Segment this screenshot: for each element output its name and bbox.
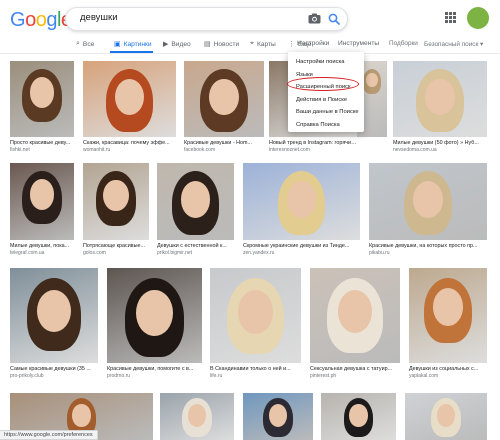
image-result-source: yaplakal.com <box>409 373 439 379</box>
header-divider <box>0 53 500 54</box>
image-result-caption[interactable]: Красивые девушки, на которых просто пр..… <box>369 243 478 249</box>
image-result-thumbnail[interactable] <box>184 61 264 137</box>
image-result-thumbnail[interactable] <box>393 61 487 137</box>
tab-video[interactable]: ▶ Видео <box>163 40 191 49</box>
image-result-source: interesnoznet.com <box>269 147 310 153</box>
search-box[interactable] <box>65 7 348 31</box>
image-result-caption[interactable]: Девушки из социальных с... <box>409 366 478 372</box>
image-result-thumbnail[interactable] <box>107 268 202 363</box>
search-icon[interactable] <box>328 13 340 25</box>
safesearch-toggle[interactable]: Безопасный поиск ▾ <box>424 40 483 48</box>
menu-item-search-help[interactable]: Справка Поиска <box>288 119 364 132</box>
image-result-caption[interactable]: Милые девушки (50 фото) » Нуб... <box>393 140 479 146</box>
collections-link[interactable]: Подборки <box>389 40 418 47</box>
status-bar-url: https://www.google.com/preferences <box>0 430 98 440</box>
image-result-thumbnail[interactable] <box>243 393 313 440</box>
image-result-caption[interactable]: Новый тренд в Instagram: горячие девушк.… <box>269 140 357 146</box>
image-result-source: prodrno.ru <box>107 373 131 379</box>
image-result-source: zen.yandex.ru <box>243 250 275 256</box>
image-result-source: womanhit.ru <box>83 147 111 153</box>
image-result-caption[interactable]: Просто красивые деву... <box>10 140 70 146</box>
tab-settings[interactable]: Настройки <box>297 40 329 47</box>
image-result-source: prikol.bigmir.net <box>157 250 193 256</box>
news-icon: ▤ <box>204 41 211 48</box>
apps-grid-icon[interactable] <box>445 12 456 23</box>
image-result-caption[interactable]: Красивые девушки, помогите с в... <box>107 366 193 372</box>
menu-item-search-settings[interactable]: Настройки поиска <box>288 56 364 69</box>
image-result-thumbnail[interactable] <box>160 393 234 440</box>
image-result-thumbnail[interactable] <box>310 268 400 363</box>
image-result-caption[interactable]: В Скандинавии только о ней и... <box>210 366 291 372</box>
image-result-caption[interactable]: Милые девушки, пока... <box>10 243 69 249</box>
image-result-thumbnail[interactable] <box>83 61 176 137</box>
image-result-thumbnail[interactable] <box>321 393 396 440</box>
image-result-source: pikabu.ru <box>369 250 390 256</box>
menu-item-search-activity[interactable]: Действия в Поиске <box>288 94 364 107</box>
map-pin-icon: ⌖ <box>250 40 254 47</box>
more-vert-icon: ⋮ <box>288 41 295 48</box>
image-result-thumbnail[interactable] <box>10 163 74 240</box>
menu-item-advanced-search[interactable]: Расширенный поиск <box>288 81 364 94</box>
search-input[interactable] <box>80 12 300 23</box>
video-icon: ▶ <box>163 41 169 48</box>
image-result-thumbnail[interactable] <box>405 393 487 440</box>
image-result-caption[interactable]: Красивые девушки - Hom... <box>184 140 252 146</box>
image-result-caption[interactable]: Самые красивые девушки (35 ... <box>10 366 91 372</box>
image-result-thumbnail[interactable] <box>369 163 487 240</box>
image-result-caption[interactable]: Скромные украинские девушки из Тинде... <box>243 243 349 249</box>
menu-item-your-data[interactable]: Ваши данные в Поиске <box>288 106 364 119</box>
camera-icon[interactable] <box>308 13 321 24</box>
image-result-source: life.ru <box>210 373 223 379</box>
menu-item-languages[interactable]: Языки <box>288 69 364 82</box>
image-result-thumbnail[interactable] <box>83 163 149 240</box>
settings-menu: Настройки поиска Языки Расширенный поиск… <box>288 52 364 132</box>
search-small-icon: ⌕ <box>76 40 80 47</box>
image-result-source: facebook.com <box>184 147 216 153</box>
image-result-thumbnail[interactable] <box>10 268 98 363</box>
google-logo[interactable]: Google <box>10 9 72 32</box>
image-result-source: fishki.net <box>10 147 30 153</box>
image-result-source: golos.com <box>83 250 106 256</box>
tab-all[interactable]: ⌕ Все <box>76 40 94 48</box>
tab-maps[interactable]: ⌖ Карты <box>250 40 276 48</box>
account-avatar[interactable] <box>467 7 489 29</box>
image-result-thumbnail[interactable] <box>10 61 74 137</box>
image-result-thumbnail[interactable] <box>409 268 487 363</box>
image-result-caption[interactable]: Сексуальная девушка с татуир... <box>310 366 392 372</box>
image-result-thumbnail[interactable] <box>157 163 234 240</box>
tab-images[interactable]: ▣ Картинки <box>114 40 152 49</box>
image-result-caption[interactable]: Скажи, красавица: почему эффе... <box>83 140 170 146</box>
image-result-source: pro-prikoly.club <box>10 373 44 379</box>
image-result-source: nevsedoma.com.ua <box>393 147 437 153</box>
image-icon: ▣ <box>114 41 121 48</box>
image-result-caption[interactable]: Потрясающе красивые... <box>83 243 145 249</box>
tab-tools[interactable]: Инструменты <box>338 40 379 47</box>
image-result-source: pinterest.ph <box>310 373 337 379</box>
tab-news[interactable]: ▤ Новости <box>204 40 239 49</box>
image-result-source: telegraf.com.ua <box>10 250 45 256</box>
image-result-caption[interactable]: Девушки с естественной к... <box>157 243 227 249</box>
image-result-thumbnail[interactable] <box>210 268 301 363</box>
image-result-thumbnail[interactable] <box>243 163 360 240</box>
